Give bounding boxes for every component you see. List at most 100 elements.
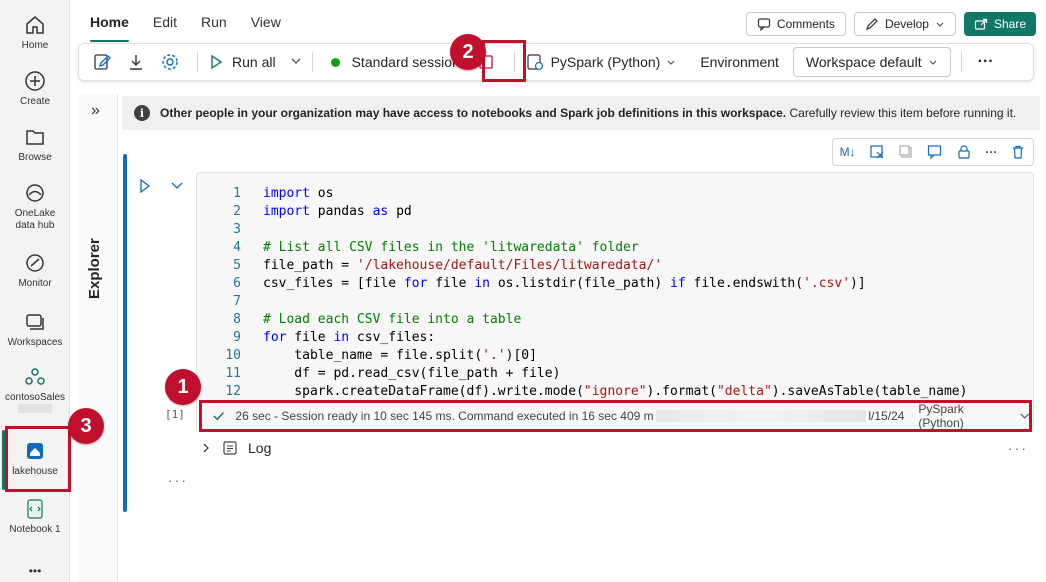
share-button[interactable]: Share — [963, 12, 1036, 36]
session-label: Standard session — [351, 54, 456, 70]
download-button[interactable] — [119, 52, 153, 72]
code-token: csv_files = [file — [263, 276, 404, 291]
rail-item-workspaces[interactable]: Workspaces — [0, 311, 70, 349]
session-status[interactable]: Standard session — [352, 54, 456, 70]
code-token: file — [427, 276, 475, 291]
chevron-right-icon — [203, 443, 209, 453]
rail-item-label: Monitor — [18, 278, 52, 289]
play-icon — [211, 54, 223, 70]
line-number: 1 — [233, 186, 241, 201]
highlight-lakehouse — [5, 426, 71, 492]
left-nav-rail: Home Create Browse OneLake data hub Moni… — [0, 0, 70, 582]
notebook-icon — [27, 499, 43, 519]
rail-item-label: Home — [21, 40, 49, 51]
clear-output-icon[interactable] — [869, 144, 885, 160]
chevron-down-icon — [291, 58, 301, 64]
highlight-stop-session — [482, 40, 526, 82]
code-token: # List all CSV files in the 'litwaredata… — [263, 240, 639, 255]
line-number: 3 — [233, 222, 241, 237]
rail-item-label: Create — [19, 96, 50, 107]
explorer-expand-toggle[interactable]: » — [91, 102, 100, 120]
rail-item-browse[interactable]: Browse — [0, 126, 70, 164]
code-token: os — [309, 186, 334, 201]
cell-toolbar: M↓ ··· — [832, 138, 1034, 166]
code-token: spark.createDataFrame(df).write.mode( — [263, 384, 584, 399]
rail-item-label: OneLake data hub — [14, 208, 56, 231]
code-line: 2 import pandas as pd — [197, 203, 967, 221]
add-comment-icon[interactable] — [927, 144, 943, 160]
code-token: pd — [388, 204, 412, 219]
rail-item-workspace-contososales[interactable]: contosoSales — [0, 366, 70, 417]
delete-icon[interactable] — [1010, 144, 1026, 160]
line-number: 7 — [233, 294, 241, 309]
rail-item-label: Notebook 1 — [9, 524, 61, 535]
code-token: "delta" — [716, 384, 772, 399]
rail-item-notebook[interactable]: Notebook 1 — [0, 498, 70, 536]
save-as-button[interactable] — [85, 52, 119, 72]
settings-button[interactable] — [153, 52, 187, 72]
line-number: 12 — [225, 384, 241, 399]
play-icon — [140, 178, 151, 194]
environment-value: Workspace default — [805, 54, 922, 70]
code-line: 4 # List all CSV files in the 'litwaredat… — [197, 239, 967, 257]
develop-label: Develop — [884, 17, 929, 31]
code-token: table_name = file.split( — [263, 348, 483, 363]
line-number: 10 — [225, 348, 241, 363]
run-cell-button[interactable] — [138, 178, 152, 199]
comments-label: Comments — [776, 17, 835, 31]
cell-more-button[interactable]: ··· — [985, 145, 997, 159]
code-token: '.csv' — [803, 276, 851, 291]
ribbon-tabs: Home Edit Run View — [78, 10, 293, 42]
workspace-group-icon — [25, 368, 45, 385]
info-icon: i — [134, 105, 150, 121]
code-line: 6 csv_files = [file for file in os.listdi… — [197, 275, 967, 293]
copy-icon[interactable] — [898, 144, 914, 160]
tab-view[interactable]: View — [239, 10, 293, 38]
rail-more-button[interactable]: ••• — [0, 564, 70, 578]
line-number: 2 — [233, 204, 241, 219]
notebook-toolbar: Run all Standard session PySpark (Python… — [78, 43, 1034, 81]
comments-button[interactable]: Comments — [745, 12, 846, 36]
line-number: 6 — [233, 276, 241, 291]
environment-dropdown[interactable]: Workspace default — [792, 47, 951, 77]
code-token: "ignore" — [583, 384, 647, 399]
workspace-access-info-bar: i Other people in your organization may … — [122, 96, 1040, 130]
rail-item-create[interactable]: Create — [0, 70, 70, 108]
share-label: Share — [993, 17, 1026, 31]
lock-icon[interactable] — [956, 144, 972, 160]
comment-icon — [757, 18, 771, 31]
run-all-button[interactable]: Run all — [208, 54, 276, 70]
pencil-icon — [865, 18, 878, 30]
code-token: file_path = — [263, 258, 357, 273]
edit-document-icon — [94, 54, 111, 70]
explorer-label[interactable]: Explorer — [86, 238, 103, 299]
chevron-down-icon — [667, 60, 675, 65]
rail-item-onelake[interactable]: OneLake data hub — [0, 182, 70, 232]
tab-edit[interactable]: Edit — [141, 10, 189, 38]
tab-home[interactable]: Home — [78, 10, 141, 42]
collapse-cell-button[interactable] — [170, 178, 184, 197]
rail-item-home[interactable]: Home — [0, 14, 70, 52]
output-more-button[interactable]: ··· — [1008, 440, 1028, 456]
add-cell-more-button[interactable]: ··· — [168, 472, 188, 488]
language-label: PySpark (Python) — [550, 54, 661, 70]
run-all-dropdown[interactable] — [290, 54, 302, 70]
highlight-execution-status — [199, 400, 1032, 432]
toolbar-more-button[interactable]: ··· — [972, 53, 1000, 71]
code-editor[interactable]: 1 import os 2 import pandas as pd 3 4 # List a… — [196, 172, 1034, 432]
plus-circle-icon — [25, 71, 45, 91]
language-dropdown[interactable]: PySpark (Python) — [525, 52, 677, 72]
code-token: ).saveAsTable(table_name) — [771, 384, 968, 399]
code-line: 12 spark.createDataFrame(df).write.mode(… — [197, 383, 967, 401]
code-line: 1 import os — [197, 185, 967, 203]
rail-item-label: Workspaces — [7, 337, 63, 348]
code-token: ).format( — [646, 384, 717, 399]
log-toggle[interactable]: Log — [200, 438, 271, 458]
info-message-bold: Other people in your organization may ha… — [160, 106, 787, 120]
markdown-toggle-button[interactable]: M↓ — [840, 145, 856, 159]
step-badge-3: 3 — [68, 408, 104, 444]
develop-dropdown[interactable]: Develop — [853, 12, 956, 36]
rail-item-monitor[interactable]: Monitor — [0, 252, 70, 290]
tab-run[interactable]: Run — [189, 10, 239, 38]
code-line: 11 df = pd.read_csv(file_path + file) — [197, 365, 967, 383]
